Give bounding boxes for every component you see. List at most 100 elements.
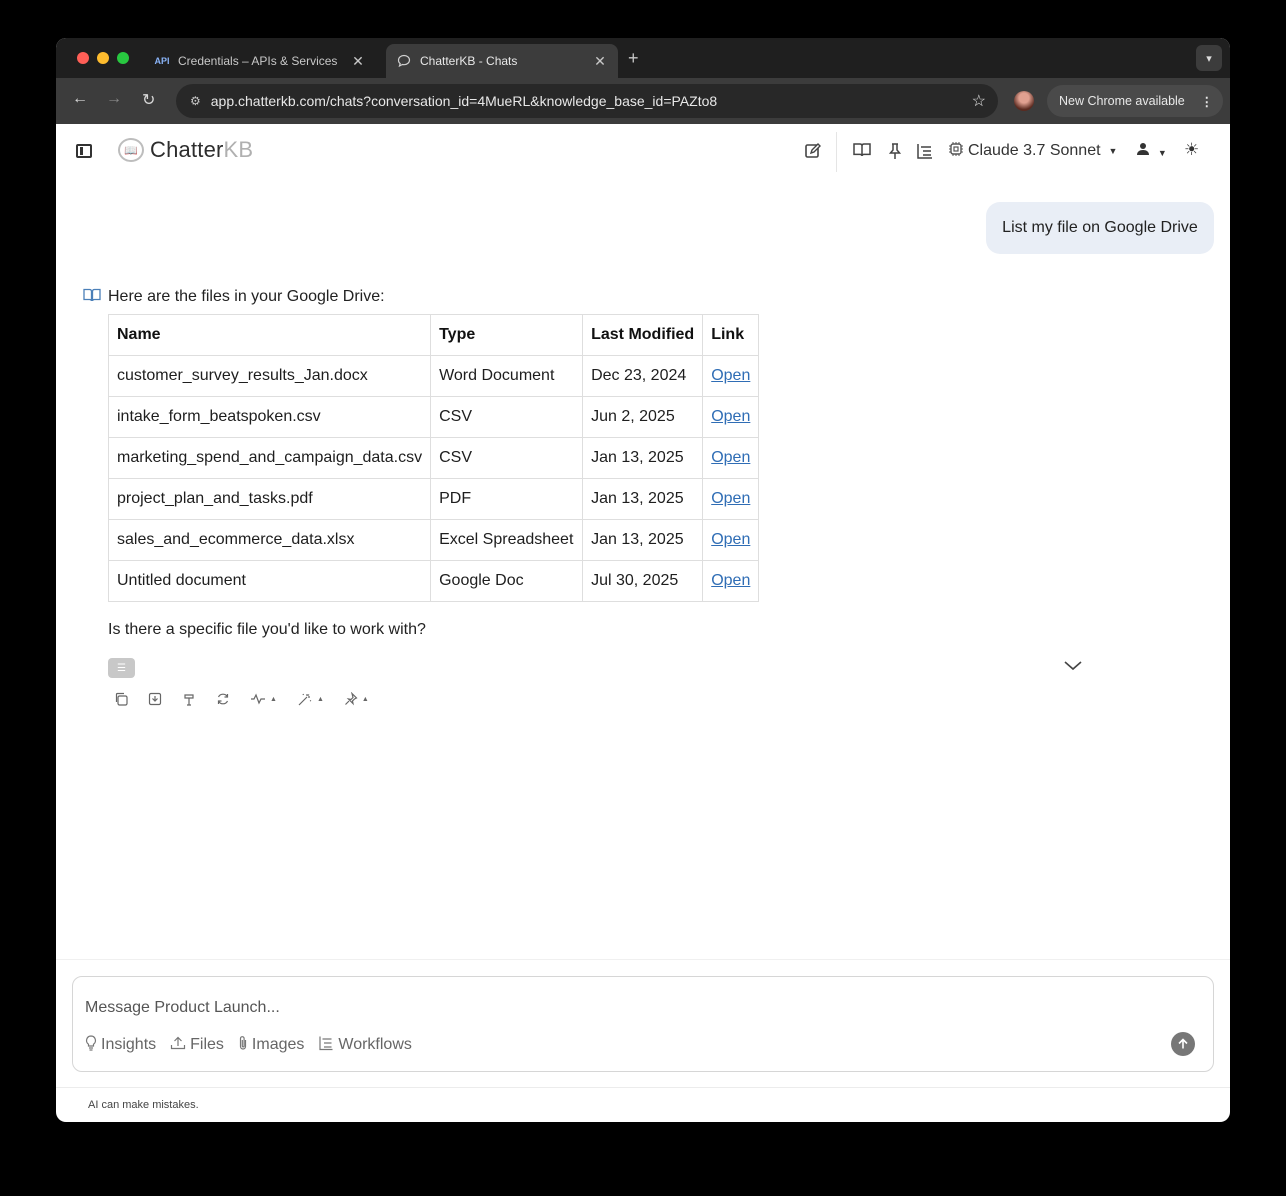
header-divider bbox=[836, 132, 837, 172]
model-selector[interactable]: Claude 3.7 Sonnet ▼ bbox=[948, 141, 1117, 161]
more-menu-icon[interactable]: ⋮ bbox=[1201, 94, 1214, 109]
file-type: PDF bbox=[430, 478, 584, 520]
workflows-button[interactable]: Workflows bbox=[318, 1035, 412, 1054]
disclaimer: AI can make mistakes. bbox=[88, 1099, 199, 1111]
file-modified: Jan 13, 2025 bbox=[582, 478, 704, 520]
insights-label: Insights bbox=[101, 1035, 157, 1053]
save-icon[interactable] bbox=[148, 692, 162, 706]
table-row: project_plan_and_tasks.pdf PDF Jan 13, 2… bbox=[107, 478, 760, 520]
update-label: New Chrome available bbox=[1059, 94, 1185, 108]
book-icon bbox=[83, 288, 101, 306]
address-bar[interactable]: ⚙ app.chatterkb.com/chats?conversation_i… bbox=[176, 84, 998, 118]
forward-arrow-icon[interactable]: → bbox=[106, 90, 122, 108]
message-input[interactable] bbox=[85, 999, 985, 1017]
file-type: Word Document bbox=[430, 355, 584, 397]
open-link[interactable]: Open bbox=[711, 408, 750, 425]
close-window-button[interactable] bbox=[77, 52, 89, 64]
pin-icon[interactable] bbox=[888, 142, 902, 165]
tab-credentials[interactable]: API Credentials – APIs & Services ✕ bbox=[144, 44, 376, 78]
update-chrome-button[interactable]: New Chrome available ⋮ bbox=[1047, 85, 1223, 117]
back-arrow-icon[interactable]: ← bbox=[72, 90, 88, 108]
workflow-icon bbox=[318, 1035, 334, 1054]
table-row: customer_survey_results_Jan.docx Word Do… bbox=[107, 355, 760, 397]
format-icon[interactable] bbox=[182, 692, 196, 706]
files-table: Name Type Last Modified Link customer_su… bbox=[107, 314, 760, 602]
model-name: Claude 3.7 Sonnet bbox=[968, 142, 1101, 159]
chat-favicon-icon bbox=[396, 53, 412, 69]
file-modified: Jan 13, 2025 bbox=[582, 519, 704, 561]
close-icon[interactable]: ✕ bbox=[350, 53, 366, 70]
tab-chatterkb[interactable]: ChatterKB - Chats ✕ bbox=[386, 44, 618, 78]
file-name: intake_form_beatspoken.csv bbox=[107, 396, 432, 438]
new-chat-edit-icon[interactable] bbox=[804, 142, 822, 165]
images-button[interactable]: Images bbox=[238, 1035, 304, 1054]
insights-button[interactable]: Insights bbox=[85, 1035, 156, 1054]
message-composer: Insights Files Images Workflows bbox=[72, 976, 1214, 1072]
pin-icon[interactable]: ▲ bbox=[344, 692, 369, 706]
site-settings-icon[interactable]: ⚙ bbox=[190, 94, 201, 108]
open-link[interactable]: Open bbox=[711, 572, 750, 589]
close-icon[interactable]: ✕ bbox=[592, 53, 608, 70]
file-name: customer_survey_results_Jan.docx bbox=[107, 355, 432, 397]
file-name: sales_and_ecommerce_data.xlsx bbox=[107, 519, 432, 561]
caret-down-icon: ▼ bbox=[1157, 148, 1167, 158]
sources-list-icon[interactable]: ☰ bbox=[108, 658, 135, 678]
file-modified: Jul 30, 2025 bbox=[582, 560, 704, 602]
composer-divider bbox=[56, 959, 1230, 960]
table-header-row: Name Type Last Modified Link bbox=[107, 314, 760, 356]
user-message: List my file on Google Drive bbox=[986, 202, 1214, 254]
column-header-name: Name bbox=[107, 314, 432, 356]
logo[interactable]: 📖 ChatterKB bbox=[118, 137, 253, 163]
tab-strip: API Credentials – APIs & Services ✕ Chat… bbox=[56, 38, 1230, 78]
bookmark-star-icon[interactable]: ☆ bbox=[972, 91, 986, 111]
files-label: Files bbox=[190, 1035, 224, 1053]
file-modified: Dec 23, 2024 bbox=[582, 355, 704, 397]
open-link[interactable]: Open bbox=[711, 449, 750, 466]
table-row: Untitled document Google Doc Jul 30, 202… bbox=[107, 560, 760, 602]
api-favicon-icon: API bbox=[154, 56, 170, 66]
caret-down-icon: ▼ bbox=[1108, 146, 1118, 156]
tab-title: ChatterKB - Chats bbox=[420, 54, 518, 68]
sidebar-toggle-icon[interactable] bbox=[76, 144, 92, 158]
open-link[interactable]: Open bbox=[711, 531, 750, 548]
regenerate-icon[interactable] bbox=[216, 692, 230, 706]
chip-icon bbox=[948, 141, 964, 161]
user-menu[interactable]: ▼ bbox=[1136, 142, 1167, 159]
file-name: project_plan_and_tasks.pdf bbox=[107, 478, 432, 520]
chevron-down-icon[interactable]: ▾ bbox=[1196, 45, 1222, 71]
open-link[interactable]: Open bbox=[711, 367, 750, 384]
logo-text: Chatter bbox=[150, 137, 224, 162]
book-icon[interactable] bbox=[852, 142, 872, 163]
paperclip-icon bbox=[238, 1035, 248, 1054]
magic-wand-icon[interactable]: ▲ bbox=[297, 692, 324, 706]
profile-avatar[interactable] bbox=[1014, 91, 1034, 111]
send-arrow-icon[interactable] bbox=[1171, 1032, 1195, 1056]
app-header: 📖 ChatterKB Claude 3.7 Sonnet ▼ ▼ ☀ bbox=[56, 124, 1230, 180]
maximize-window-button[interactable] bbox=[117, 52, 129, 64]
file-type: Excel Spreadsheet bbox=[430, 519, 584, 561]
reload-icon[interactable]: ↻ bbox=[142, 90, 155, 110]
new-tab-button[interactable]: + bbox=[628, 48, 639, 69]
minimize-window-button[interactable] bbox=[97, 52, 109, 64]
open-link[interactable]: Open bbox=[711, 490, 750, 507]
workflow-icon[interactable] bbox=[916, 142, 934, 165]
file-name: marketing_spend_and_campaign_data.csv bbox=[107, 437, 432, 479]
url-text[interactable]: app.chatterkb.com/chats?conversation_id=… bbox=[211, 93, 972, 109]
upload-icon bbox=[170, 1036, 186, 1053]
files-button[interactable]: Files bbox=[170, 1036, 224, 1054]
assistant-intro: Here are the files in your Google Drive: bbox=[108, 288, 385, 305]
message-actions: ▲ ▲ ▲ bbox=[114, 692, 389, 706]
assistant-followup: Is there a specific file you'd like to w… bbox=[108, 621, 426, 638]
column-header-link: Link bbox=[702, 314, 760, 356]
composer-tools: Insights Files Images Workflows bbox=[85, 1035, 426, 1054]
activity-icon[interactable]: ▲ bbox=[250, 692, 277, 706]
copy-icon[interactable] bbox=[114, 692, 128, 706]
images-label: Images bbox=[251, 1035, 305, 1053]
file-type: CSV bbox=[430, 437, 584, 479]
caret-up-icon: ▲ bbox=[361, 695, 369, 703]
column-header-type: Type bbox=[430, 314, 584, 356]
chevron-down-icon[interactable] bbox=[1064, 658, 1082, 676]
file-name: Untitled document bbox=[107, 560, 432, 602]
sun-icon[interactable]: ☀ bbox=[1184, 140, 1199, 160]
footer-divider bbox=[56, 1087, 1230, 1088]
